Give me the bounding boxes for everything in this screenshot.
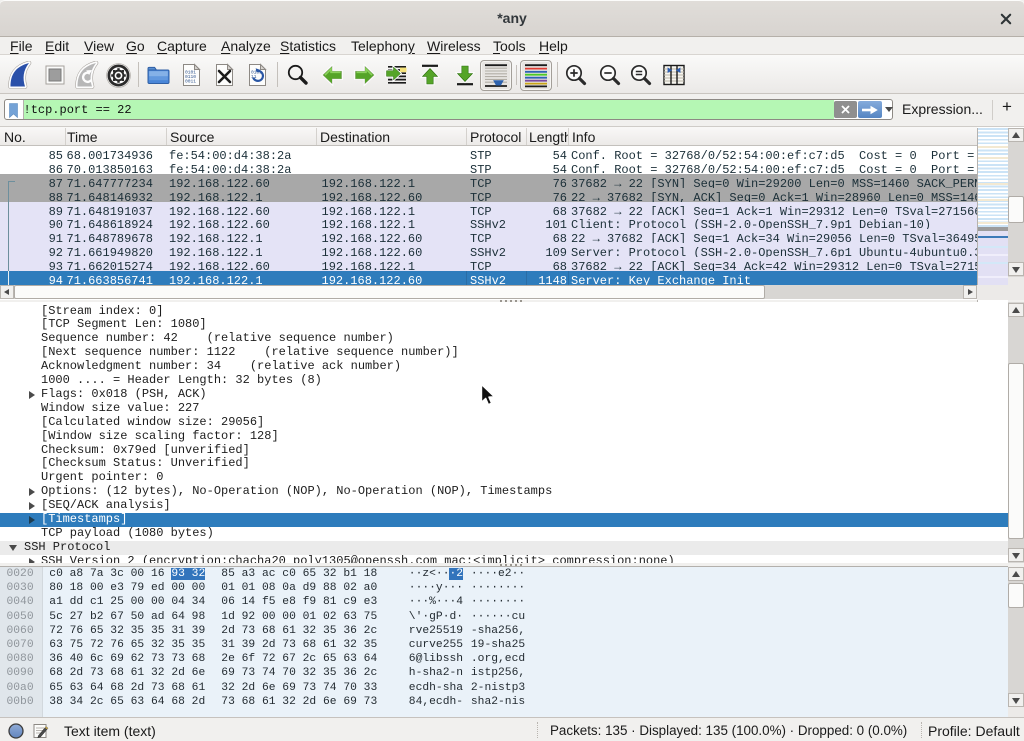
svg-text:0011: 0011	[185, 79, 196, 85]
